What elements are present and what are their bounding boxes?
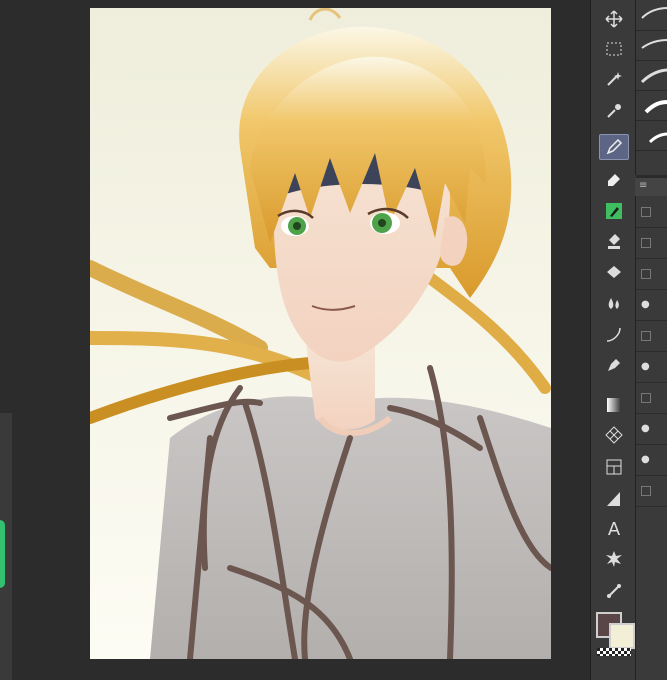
move-icon[interactable] [599, 6, 629, 32]
eyedropper-icon[interactable] [599, 98, 629, 124]
eye-icon[interactable]: ● [641, 423, 650, 434]
pen-icon[interactable] [599, 134, 629, 160]
eraser-icon[interactable] [599, 166, 629, 192]
layer-row[interactable]: ● [636, 289, 667, 321]
checkbox-icon[interactable] [641, 393, 651, 403]
drawing-canvas[interactable] [90, 8, 551, 659]
layer-row[interactable] [636, 227, 667, 259]
balloon-burst-icon[interactable] [599, 546, 629, 572]
color-wheel-edge[interactable] [0, 520, 5, 588]
background-color-swatch[interactable] [609, 623, 635, 649]
checkbox-icon[interactable] [641, 269, 651, 279]
checkbox-icon[interactable] [641, 238, 651, 248]
layer-row[interactable] [636, 382, 667, 414]
fill-bucket-icon[interactable] [599, 228, 629, 254]
ink-pen-icon[interactable] [599, 352, 629, 378]
ruler-icon[interactable] [599, 486, 629, 512]
tool-palette: A [590, 0, 636, 680]
artwork [90, 8, 551, 659]
layer-row[interactable]: ● [636, 444, 667, 476]
layer-row[interactable] [636, 320, 667, 352]
layer-row[interactable]: ● [636, 413, 667, 445]
eye-icon[interactable]: ● [641, 299, 650, 310]
pattern-grid-icon[interactable] [599, 422, 629, 448]
auto-select-wand-icon[interactable] [599, 66, 629, 92]
layer-row[interactable]: ● [636, 351, 667, 383]
text-tool-glyph: A [607, 518, 621, 540]
brush-item[interactable] [636, 60, 667, 91]
blend-drop-icon-2[interactable] [599, 290, 629, 316]
transparent-color-swatch[interactable] [597, 648, 631, 656]
brush-item[interactable] [636, 90, 667, 121]
brush-item[interactable] [636, 30, 667, 61]
checkbox-icon[interactable] [641, 331, 651, 341]
layer-row[interactable] [636, 475, 667, 507]
menu-icon[interactable]: ≡ [639, 180, 647, 191]
text-icon[interactable]: A [599, 516, 629, 542]
eye-icon[interactable]: ● [641, 454, 650, 465]
brush-item[interactable] [636, 0, 667, 31]
decoration-icon[interactable] [599, 198, 629, 224]
checkbox-icon[interactable] [641, 207, 651, 217]
correct-line-icon[interactable] [599, 578, 629, 604]
frame-border-icon[interactable] [599, 454, 629, 480]
sub-tool-panel [635, 0, 667, 175]
layer-panel: ● ● ● ● [635, 196, 667, 680]
panel-tab-bar[interactable]: ≡ [635, 178, 667, 196]
selection-marquee-icon[interactable] [599, 36, 629, 62]
eye-icon[interactable]: ● [641, 361, 650, 372]
checkbox-icon[interactable] [641, 486, 651, 496]
gradient-icon[interactable] [599, 392, 629, 418]
blend-drop-icon[interactable] [599, 258, 629, 284]
layer-row[interactable] [636, 258, 667, 290]
curve-line-icon[interactable] [599, 322, 629, 348]
layer-row[interactable] [636, 196, 667, 228]
brush-item[interactable] [636, 120, 667, 151]
